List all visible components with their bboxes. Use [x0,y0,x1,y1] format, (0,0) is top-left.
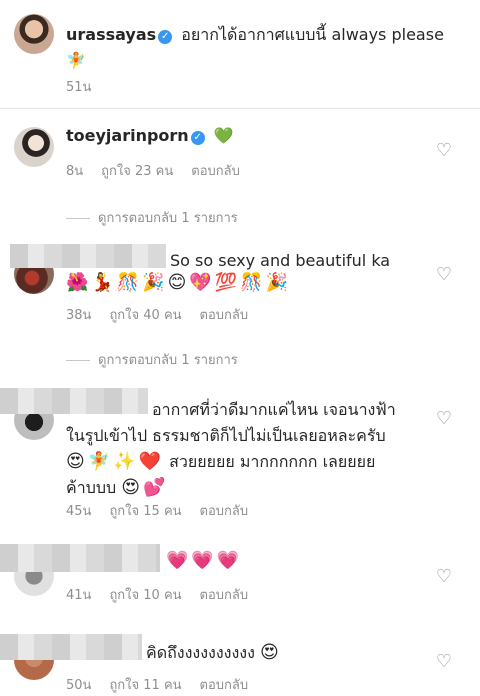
reply-button[interactable]: ตอบกลับ [200,588,249,603]
reply-button[interactable]: ตอบกลับ [200,678,249,693]
caption-body: อยากได้อากาศแบบนี้ always please [181,25,444,44]
comment-time: 38น [66,308,92,323]
emoji-row: 😍 [260,642,282,663]
comment-time: 50น [66,678,92,693]
comment-line: ในรูปเข้าไป ธรรมชาติก็ไปไม่เป็นเลยอหละคร… [66,426,386,445]
comment-username[interactable]: toeyjarinporn [66,126,189,145]
caption-username[interactable]: urassayas [66,25,156,44]
emoji-row: 💗💗💗 [166,550,243,571]
comment-meta: 45น ถูกใจ 15 คน ตอบกลับ [66,500,266,521]
reply-button[interactable]: ตอบกลับ [200,504,249,519]
heart-outline-icon[interactable]: ♡ [434,141,454,161]
comment-meta: 8น ถูกใจ 23 คน ตอบกลับ [66,160,258,181]
like-count[interactable]: ถูกใจ 40 คน [109,308,181,323]
comment-line-text: ค้าบบบ [66,478,117,497]
divider [66,218,90,219]
green-heart-emoji: 💚 [213,126,234,145]
heart-outline-icon[interactable]: ♡ [434,652,454,672]
blurred-username [0,388,148,414]
emoji-row: 😍💕 [121,477,169,498]
avatar[interactable] [14,14,54,54]
verified-badge-icon: ✓ [158,30,173,44]
caption-time: 51น [66,80,92,95]
view-replies-link[interactable]: ดูการตอบกลับ 1 รายการ [66,349,238,370]
like-count[interactable]: ถูกใจ 11 คน [109,678,181,693]
blurred-username [0,544,160,572]
heart-outline-icon[interactable]: ♡ [434,409,454,429]
emoji-row: 🌺💃🎊🎉😊💖💯🎊🎉 [66,272,292,293]
view-replies-link[interactable]: ดูการตอบกลับ 1 รายการ [66,207,238,228]
comment-time: 41น [66,588,92,603]
verified-badge-icon: ✓ [190,131,205,145]
comment-text: คิดถึงงงงงงงงงง 😍 [146,640,282,666]
comment-line: อากาศที่ว่าดีมากแค่ไหน เจอนางฟ้า [152,400,396,419]
comment-body: คิดถึงงงงงงงงงง [146,643,255,662]
avatar[interactable] [14,127,54,167]
heart-outline-icon[interactable]: ♡ [434,265,454,285]
comment-meta: 41น ถูกใจ 10 คน ตอบกลับ [66,584,266,605]
comment-time: 45น [66,504,92,519]
comment-line-text: สวยยยยย มากกกกกก เลยยยย [169,452,376,471]
post-caption: urassayas ✓ อยากได้อากาศแบบนี้ always ple… [0,0,480,108]
comment-text: toeyjarinporn ✓ 💚 [66,123,234,149]
blurred-username [10,244,166,268]
heart-outline-icon[interactable]: ♡ [434,567,454,587]
comment-time: 8น [66,164,84,179]
emoji-row: 😍🧚✨❤️ [66,451,165,472]
comment-line: ค้าบบบ 😍💕 [66,475,168,501]
reply-button[interactable]: ตอบกลับ [200,308,249,323]
reply-button[interactable]: ตอบกลับ [191,164,240,179]
fairy-emoji-icon: 🧚 [66,51,86,70]
divider [66,360,90,361]
comment-meta: 50น ถูกใจ 11 คน ตอบกลับ [66,674,266,695]
blurred-username [0,634,142,660]
comment-line: 😍🧚✨❤️ สวยยยยย มากกกกกก เลยยยย [66,449,375,475]
like-count[interactable]: ถูกใจ 10 คน [109,588,181,603]
like-count[interactable]: ถูกใจ 15 คน [109,504,181,519]
caption-text: urassayas ✓ อยากได้อากาศแบบนี้ always ple… [66,22,466,74]
divider [0,108,480,109]
like-count[interactable]: ถูกใจ 23 คน [101,164,173,179]
comment-meta: 38น ถูกใจ 40 คน ตอบกลับ [66,304,266,325]
